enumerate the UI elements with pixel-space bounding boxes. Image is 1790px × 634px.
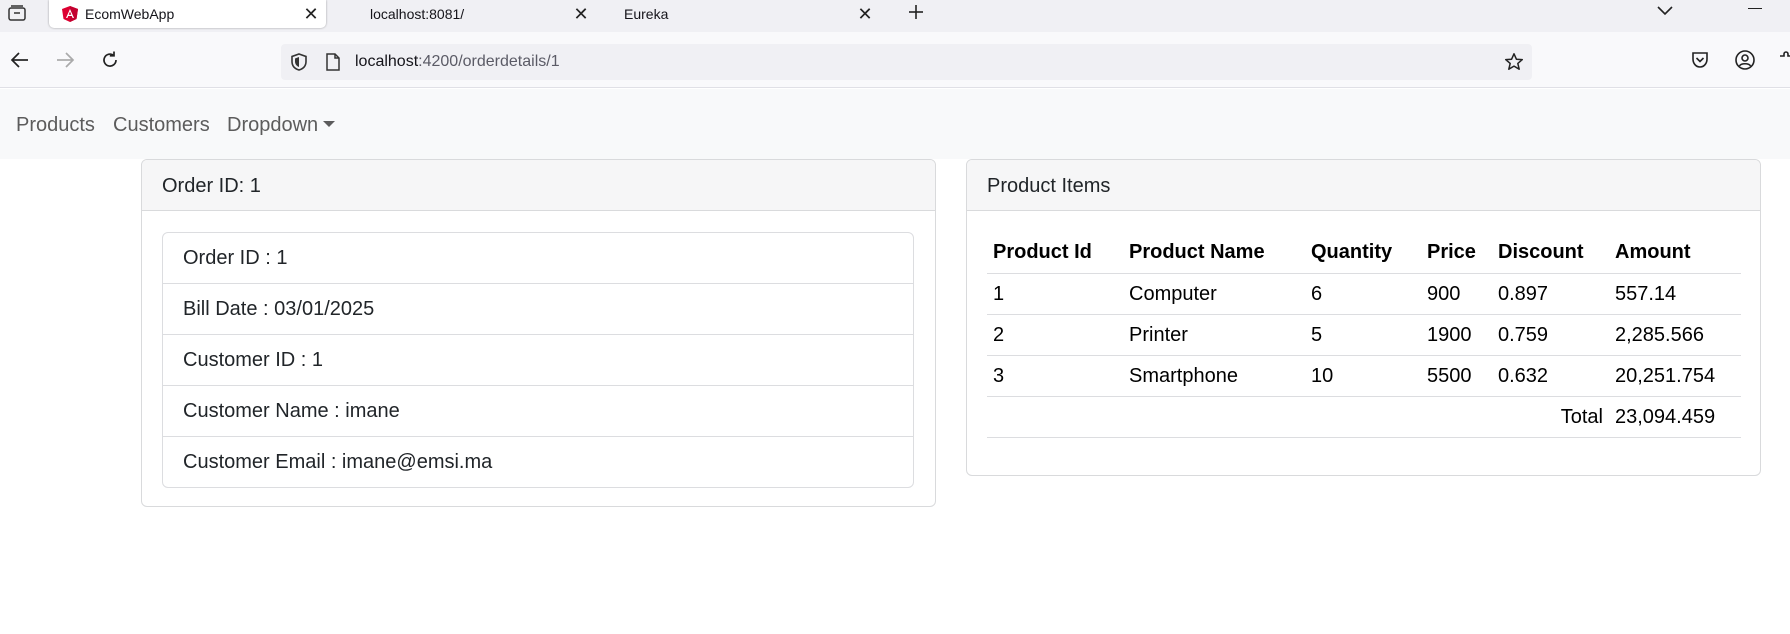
column-header: Quantity <box>1305 232 1421 274</box>
table-cell: 2,285.566 <box>1609 314 1741 356</box>
total-label: Total <box>987 396 1609 438</box>
tab-title: Eureka <box>624 6 669 22</box>
table-cell: 5500 <box>1421 355 1492 397</box>
table-cell: 900 <box>1421 273 1492 315</box>
product-items-table: Product Id Product Name Quantity Price D… <box>987 232 1741 438</box>
url-text: localhost:4200/orderdetails/1 <box>355 53 560 71</box>
list-item-customer-email: Customer Email : imane@emsi.ma <box>183 451 493 473</box>
reload-icon[interactable] <box>94 44 126 76</box>
order-details-list: Order ID : 1 Bill Date : 03/01/2025 Cust… <box>162 232 914 488</box>
list-item-bill-date: Bill Date : 03/01/2025 <box>163 284 913 335</box>
back-icon[interactable] <box>4 44 36 76</box>
table-cell: Smartphone <box>1123 355 1305 397</box>
table-total-row: Total 23,094.459 <box>987 396 1741 438</box>
table-header-row: Product Id Product Name Quantity Price D… <box>987 232 1741 274</box>
browser-toolbar: localhost:4200/orderdetails/1 <box>0 32 1790 88</box>
forward-icon[interactable] <box>49 44 81 76</box>
table-row: 3 Smartphone 10 5500 0.632 20,251.754 <box>987 355 1741 397</box>
table-cell: 20,251.754 <box>1609 355 1741 397</box>
caret-down-icon <box>323 121 336 127</box>
column-header: Product Name <box>1123 232 1305 274</box>
total-value: 23,094.459 <box>1609 396 1741 438</box>
table-cell: 2 <box>987 314 1123 356</box>
table-cell: Computer <box>1123 273 1305 315</box>
page-icon[interactable] <box>325 53 341 76</box>
nav-customers-link[interactable]: Customers <box>113 114 210 137</box>
table-cell: 1 <box>987 273 1123 315</box>
table-cell: Printer <box>1123 314 1305 356</box>
close-tab-icon[interactable]: ✕ <box>300 3 322 25</box>
list-item-customer-id: Customer ID : 1 <box>163 335 913 386</box>
table-cell: 0.897 <box>1492 273 1609 315</box>
list-item-order-id: Order ID : 1 <box>163 233 913 284</box>
address-bar[interactable]: localhost:4200/orderdetails/1 <box>281 44 1532 80</box>
close-tab-icon[interactable]: ✕ <box>570 3 592 25</box>
table-cell: 10 <box>1305 355 1421 397</box>
list-item-customer-name: Customer Name : imane <box>163 386 913 437</box>
table-cell: 5 <box>1305 314 1421 356</box>
order-card: Order ID: 1 Order ID : 1 Bill Date : 03/… <box>141 159 936 507</box>
column-header: Product Id <box>987 232 1123 274</box>
close-tab-icon[interactable]: ✕ <box>854 3 876 25</box>
table-row: 1 Computer 6 900 0.897 557.14 <box>987 273 1741 315</box>
product-items-card-header: Product Items <box>967 160 1760 211</box>
order-card-header: Order ID: 1 <box>142 160 935 211</box>
browser-tab-bar: EcomWebApp ✕ localhost:8081/ ✕ Eureka ✕ <box>0 0 1790 32</box>
table-cell: 0.632 <box>1492 355 1609 397</box>
table-cell: 1900 <box>1421 314 1492 356</box>
tab-localhost-8081[interactable]: localhost:8081/ ✕ <box>357 0 596 28</box>
dropdown-label: Dropdown <box>227 114 319 136</box>
column-header: Amount <box>1609 232 1741 274</box>
table-cell: 3 <box>987 355 1123 397</box>
column-header: Price <box>1421 232 1492 274</box>
table-cell: 0.759 <box>1492 314 1609 356</box>
tab-title: localhost:8081/ <box>370 6 465 22</box>
table-row: 2 Printer 5 1900 0.759 2,285.566 <box>987 314 1741 356</box>
app-navbar: Products Customers Dropdown <box>0 89 1790 159</box>
new-tab-icon[interactable] <box>903 0 929 24</box>
table-cell: 557.14 <box>1609 273 1741 315</box>
table-cell: 6 <box>1305 273 1421 315</box>
nav-dropdown-toggle[interactable]: Dropdown <box>227 114 336 137</box>
tab-title: EcomWebApp <box>85 6 175 22</box>
pocket-icon[interactable] <box>1684 44 1716 76</box>
url-path: :4200/orderdetails/1 <box>418 53 560 70</box>
nav-products-link[interactable]: Products <box>16 114 95 137</box>
extensions-icon[interactable] <box>1770 44 1790 76</box>
star-icon[interactable] <box>1504 52 1524 77</box>
angular-icon <box>61 5 79 23</box>
tab-ecomwebapp[interactable]: EcomWebApp ✕ <box>49 0 326 28</box>
chevron-down-icon[interactable] <box>1650 0 1680 22</box>
column-header: Discount <box>1492 232 1609 274</box>
shield-icon[interactable] <box>289 52 309 77</box>
minimize-icon[interactable] <box>1748 8 1762 9</box>
tab-list-icon[interactable] <box>4 2 30 24</box>
tab-eureka[interactable]: Eureka ✕ <box>610 0 880 28</box>
account-icon[interactable] <box>1729 44 1761 76</box>
url-host: localhost <box>355 53 419 70</box>
product-items-card: Product Items Product Id Product Name Qu… <box>966 159 1761 476</box>
